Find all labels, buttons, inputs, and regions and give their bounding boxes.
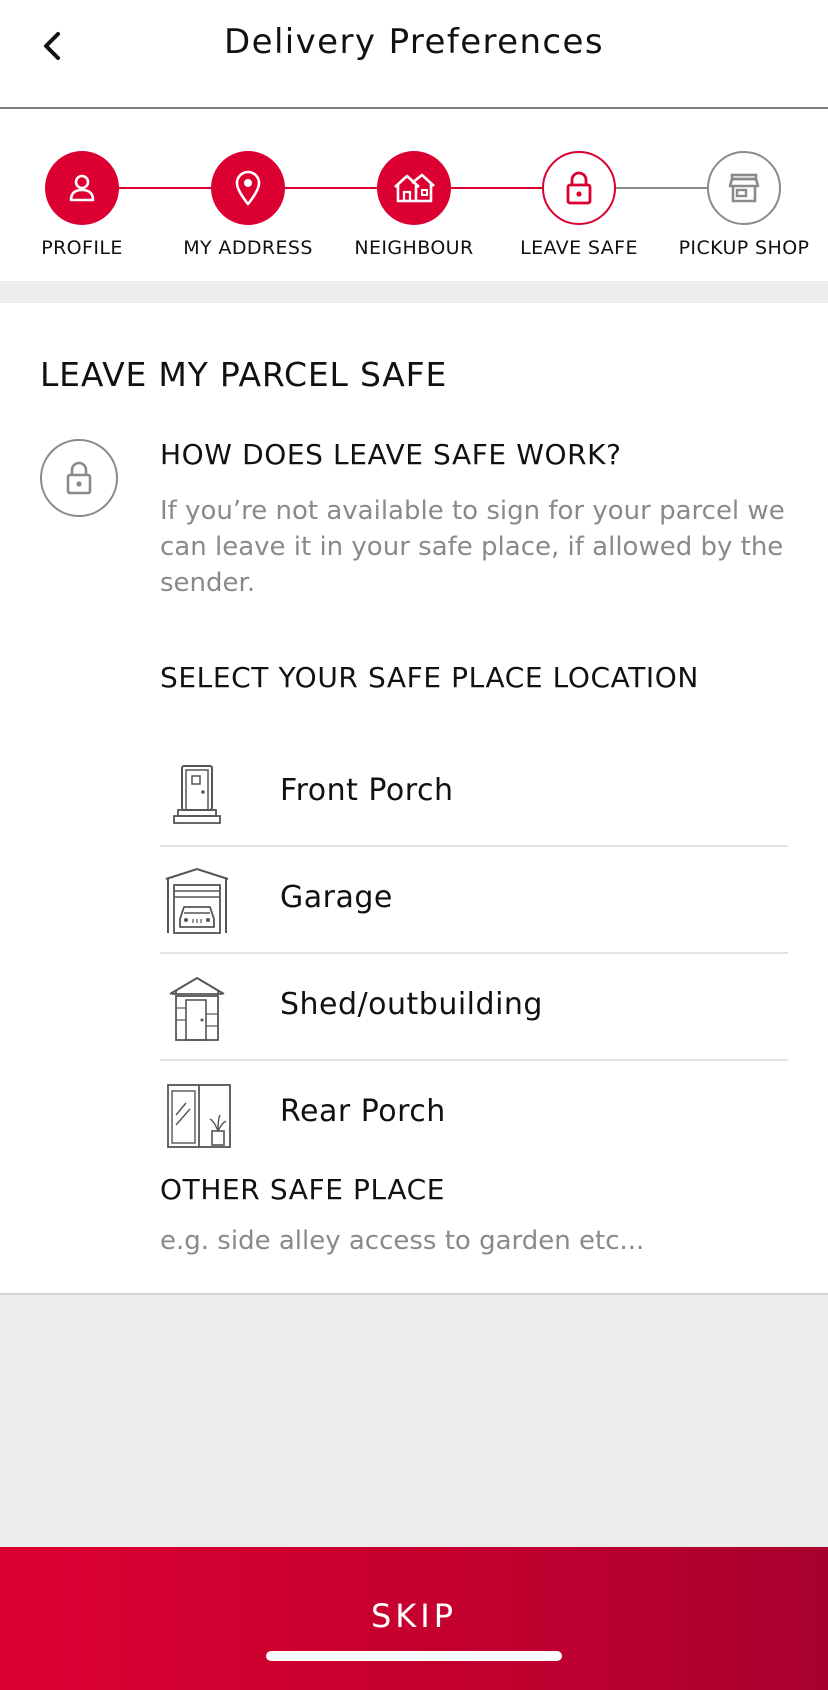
houses-icon: [394, 173, 435, 203]
page-title: Delivery Preferences: [224, 22, 604, 62]
step-label: LEAVE SAFE: [520, 237, 638, 259]
step-leave-safe[interactable]: LEAVE SAFE: [489, 151, 669, 259]
step-circle: [707, 151, 781, 225]
step-neighbour[interactable]: NEIGHBOUR: [324, 151, 504, 259]
step-label: PROFILE: [41, 237, 123, 259]
step-circle: [377, 151, 451, 225]
step-circle: [45, 151, 119, 225]
safe-place-list: Front Porch Garage Shed/outbuilding Rear…: [160, 740, 788, 1168]
step-circle: [211, 151, 285, 225]
location-label: Garage: [280, 880, 393, 915]
progress-stepper: PROFILE MY ADDRESS NEIGHBOUR LEAVE SAFE …: [0, 109, 828, 281]
skip-button[interactable]: SKIP: [0, 1547, 828, 1690]
garage-icon: [165, 867, 229, 934]
shed-icon: [169, 977, 225, 1041]
location-option-front-porch[interactable]: Front Porch: [160, 740, 788, 847]
lock-icon: [566, 171, 592, 205]
location-label: Rear Porch: [280, 1094, 446, 1129]
step-label: PICKUP SHOP: [678, 237, 810, 259]
lock-icon: [66, 461, 92, 495]
top-app-bar: Delivery Preferences: [0, 0, 828, 109]
shop-icon: [728, 173, 760, 203]
other-safe-place-input[interactable]: [160, 1218, 788, 1264]
location-label: Front Porch: [280, 773, 454, 808]
step-circle: [542, 151, 616, 225]
rear-porch-icon: [167, 1084, 231, 1148]
skip-label: SKIP: [370, 1597, 458, 1635]
select-location-title: SELECT YOUR SAFE PLACE LOCATION: [160, 661, 699, 694]
location-option-garage[interactable]: Garage: [160, 847, 788, 954]
location-pin-icon: [235, 170, 261, 206]
step-label: NEIGHBOUR: [354, 237, 474, 259]
lock-badge: [40, 439, 118, 517]
info-title: HOW DOES LEAVE SAFE WORK?: [160, 438, 622, 471]
home-indicator: [266, 1651, 562, 1661]
info-description: If you’re not available to sign for your…: [160, 496, 785, 598]
leave-safe-card: LEAVE MY PARCEL SAFE HOW DOES LEAVE SAFE…: [0, 303, 828, 1295]
section-title: LEAVE MY PARCEL SAFE: [40, 355, 448, 394]
location-option-rear-porch[interactable]: Rear Porch: [160, 1061, 788, 1168]
step-my-address[interactable]: MY ADDRESS: [158, 151, 338, 259]
other-safe-place-title: OTHER SAFE PLACE: [160, 1173, 446, 1206]
front-door-icon: [173, 765, 221, 824]
location-label: Shed/outbuilding: [280, 987, 543, 1022]
location-option-shed[interactable]: Shed/outbuilding: [160, 954, 788, 1061]
step-label: MY ADDRESS: [183, 237, 313, 259]
person-icon: [69, 174, 95, 202]
step-profile[interactable]: PROFILE: [0, 151, 172, 259]
step-pickup-shop[interactable]: PICKUP SHOP: [654, 151, 828, 259]
